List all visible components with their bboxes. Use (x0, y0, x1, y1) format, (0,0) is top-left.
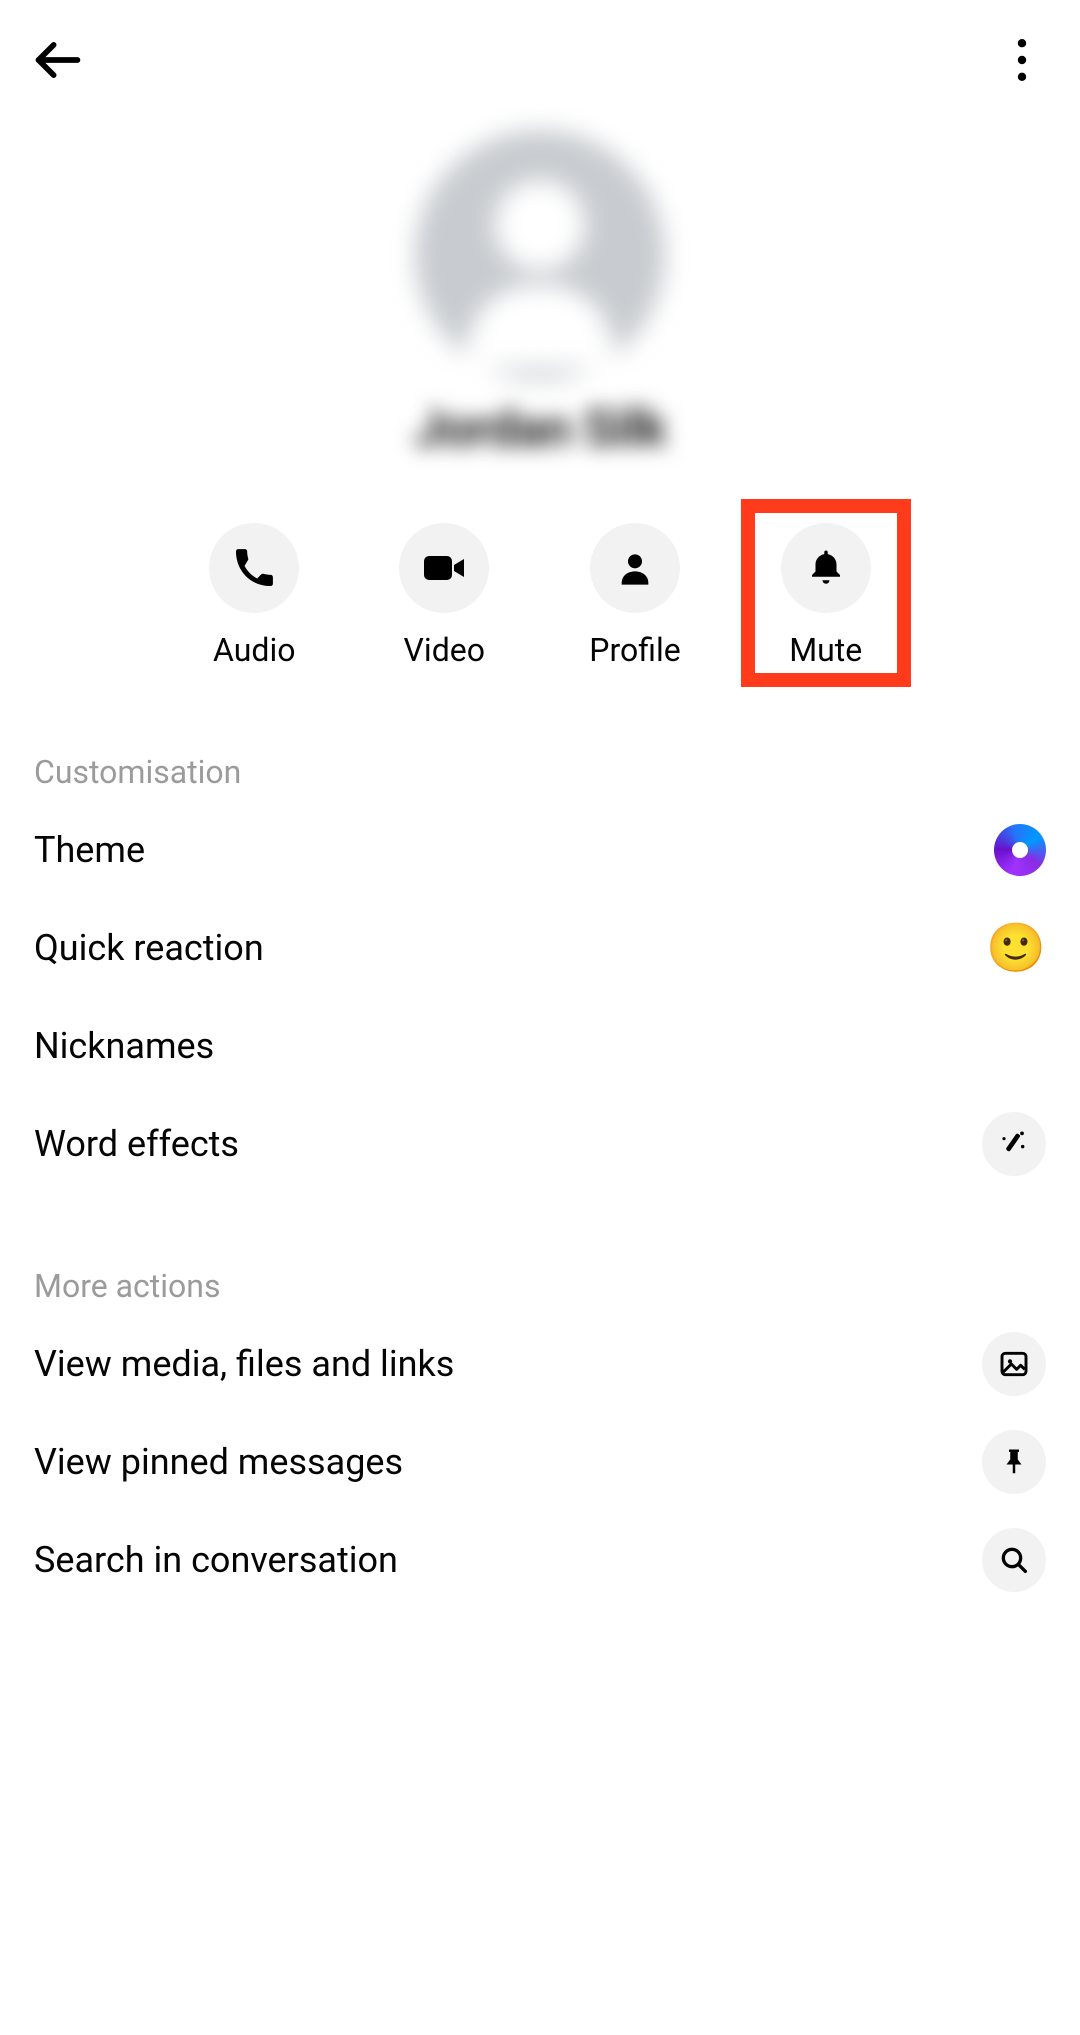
contact-name: Jordan Silk (414, 398, 666, 459)
smile-emoji-icon: 🙂 (986, 924, 1046, 972)
phone-icon (233, 547, 275, 589)
bell-icon (805, 547, 847, 589)
video-icon (420, 544, 468, 592)
customisation-title: Customisation (34, 753, 1046, 791)
video-label: Video (404, 631, 485, 669)
quick-reaction-row[interactable]: Quick reaction 🙂 (34, 899, 1046, 997)
search-icon (998, 1544, 1030, 1576)
image-icon (998, 1348, 1030, 1380)
view-pinned-label: View pinned messages (34, 1441, 403, 1483)
arrow-left-icon (32, 34, 84, 86)
word-effects-label: Word effects (34, 1123, 239, 1165)
video-call-button[interactable]: Video (389, 513, 499, 679)
back-button[interactable] (24, 26, 92, 94)
profile-label: Profile (589, 631, 680, 669)
theme-row[interactable]: Theme (34, 801, 1046, 899)
more-options-button[interactable] (988, 26, 1056, 94)
more-actions-title: More actions (34, 1267, 1046, 1305)
search-row[interactable]: Search in conversation (34, 1511, 1046, 1609)
theme-gradient-icon (994, 824, 1046, 876)
avatar[interactable] (415, 130, 665, 380)
mute-button[interactable]: Mute (771, 513, 881, 679)
top-bar (0, 0, 1080, 100)
customisation-section: Customisation Theme Quick reaction 🙂 Nic… (0, 753, 1080, 1193)
nicknames-label: Nicknames (34, 1025, 214, 1067)
mute-label: Mute (789, 631, 862, 669)
word-effects-row[interactable]: Word effects (34, 1095, 1046, 1193)
view-pinned-row[interactable]: View pinned messages (34, 1413, 1046, 1511)
profile-header: Jordan Silk (0, 100, 1080, 459)
audio-call-button[interactable]: Audio (199, 513, 309, 679)
search-label: Search in conversation (34, 1539, 398, 1581)
more-vertical-icon (1017, 39, 1027, 81)
view-media-label: View media, files and links (34, 1343, 454, 1385)
more-actions-section: More actions View media, files and links… (0, 1267, 1080, 1609)
view-media-row[interactable]: View media, files and links (34, 1315, 1046, 1413)
pin-icon (999, 1447, 1029, 1477)
theme-label: Theme (34, 829, 145, 871)
quick-reaction-label: Quick reaction (34, 927, 264, 969)
magic-wand-icon (998, 1128, 1030, 1160)
profile-button[interactable]: Profile (579, 513, 690, 679)
action-row: Audio Video Profile Mute (0, 513, 1080, 679)
person-silhouette-icon (415, 130, 665, 380)
nicknames-row[interactable]: Nicknames (34, 997, 1046, 1095)
audio-label: Audio (213, 631, 295, 669)
person-icon (615, 548, 655, 588)
